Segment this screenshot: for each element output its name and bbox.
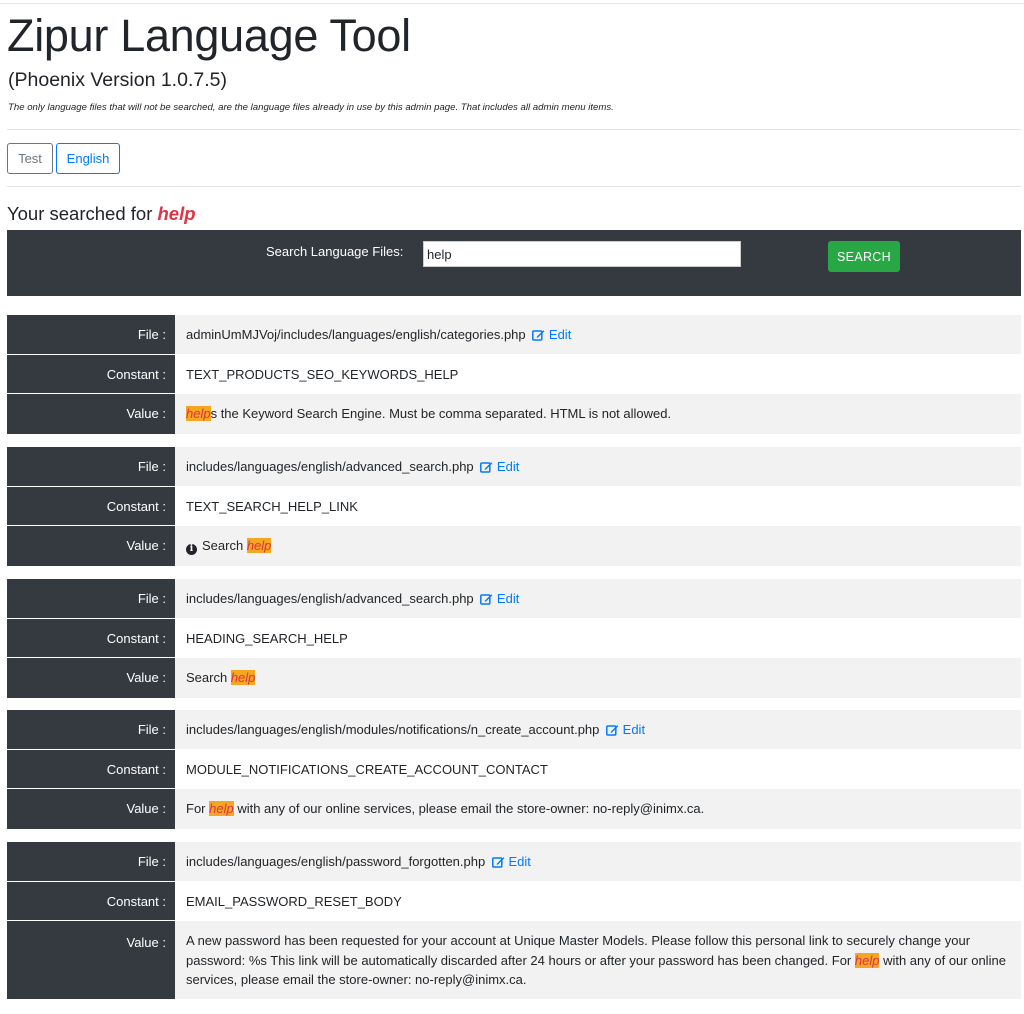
- result-card: File : includes/languages/english/module…: [7, 710, 1021, 829]
- match-highlight: help: [854, 952, 880, 968]
- value-text: A new password has been requested for yo…: [175, 921, 1021, 999]
- search-input[interactable]: [423, 241, 741, 267]
- constant-label: Constant :: [7, 618, 175, 657]
- value-text: helps the Keyword Search Engine. Must be…: [175, 394, 1021, 434]
- value-after: s the Keyword Search Engine. Must be com…: [210, 406, 672, 421]
- value-after: with any of our online services, please …: [233, 801, 705, 816]
- constant-row: Constant : TEXT_SEARCH_HELP_LINK: [7, 486, 1021, 526]
- language-button-test[interactable]: Test: [7, 143, 53, 174]
- search-button[interactable]: SEARCH: [828, 241, 900, 272]
- match-highlight: help: [230, 670, 256, 685]
- constant-row: Constant : TEXT_PRODUCTS_SEO_KEYWORDS_HE…: [7, 354, 1021, 394]
- file-value-cell: adminUmMJVoj/includes/languages/english/…: [175, 315, 1021, 354]
- file-label: File :: [7, 842, 175, 881]
- match-highlight: help: [186, 406, 211, 421]
- value-row: Value : i Search help: [7, 526, 1021, 566]
- edit-label: Edit: [496, 459, 520, 474]
- value-before: A new password has been requested for yo…: [186, 933, 971, 968]
- value-label: Value :: [7, 658, 175, 698]
- value-before: Search: [202, 538, 247, 553]
- search-label: Search Language Files:: [266, 244, 404, 259]
- file-label: File :: [7, 447, 175, 486]
- file-row: File : adminUmMJVoj/includes/languages/e…: [7, 315, 1021, 355]
- value-text: Search help: [175, 658, 1021, 698]
- constant-row: Constant : MODULE_NOTIFICATIONS_CREATE_A…: [7, 749, 1021, 789]
- file-value-cell: includes/languages/english/modules/notif…: [175, 710, 1021, 749]
- constant-label: Constant :: [7, 749, 175, 788]
- constant-value: HEADING_SEARCH_HELP: [175, 618, 1021, 657]
- edit-label: Edit: [548, 327, 572, 342]
- value-row: Value : A new password has been requeste…: [7, 921, 1021, 999]
- match-highlight: help: [209, 801, 234, 816]
- constant-label: Constant :: [7, 486, 175, 525]
- value-row: Value : helps the Keyword Search Engine.…: [7, 394, 1021, 434]
- result-card: File : includes/languages/english/passwo…: [7, 842, 1021, 999]
- edit-link[interactable]: Edit: [489, 854, 531, 869]
- file-path: adminUmMJVoj/includes/languages/english/…: [186, 327, 526, 342]
- file-label: File :: [7, 710, 175, 749]
- value-text: For help with any of our online services…: [175, 789, 1021, 829]
- match-highlight: help: [246, 538, 272, 553]
- constant-value: MODULE_NOTIFICATIONS_CREATE_ACCOUNT_CONT…: [175, 749, 1021, 788]
- constant-row: Constant : EMAIL_PASSWORD_RESET_BODY: [7, 881, 1021, 921]
- value-before: For: [186, 801, 210, 816]
- edit-label: Edit: [622, 722, 646, 737]
- file-row: File : includes/languages/english/module…: [7, 710, 1021, 750]
- value-text: i Search help: [175, 526, 1021, 566]
- file-path: includes/languages/english/password_forg…: [186, 854, 486, 869]
- result-card: File : includes/languages/english/advanc…: [7, 579, 1021, 698]
- edit-icon: [480, 594, 493, 605]
- edit-link[interactable]: Edit: [529, 327, 571, 342]
- value-row: Value : For help with any of our online …: [7, 789, 1021, 829]
- file-value-cell: includes/languages/english/advanced_sear…: [175, 447, 1021, 486]
- searched-term: help: [157, 203, 196, 224]
- top-divider: [0, 3, 1024, 4]
- value-label: Value :: [7, 394, 175, 434]
- edit-label: Edit: [508, 854, 531, 869]
- constant-row: Constant : HEADING_SEARCH_HELP: [7, 618, 1021, 658]
- edit-link[interactable]: Edit: [477, 591, 519, 606]
- result-card: File : adminUmMJVoj/includes/languages/e…: [7, 315, 1021, 434]
- version-subtitle: (Phoenix Version 1.0.7.5): [8, 69, 227, 91]
- value-label: Value :: [7, 921, 175, 999]
- value-row: Value : Search help: [7, 658, 1021, 698]
- constant-label: Constant :: [7, 881, 175, 920]
- constant-label: Constant :: [7, 354, 175, 393]
- file-value-cell: includes/languages/english/advanced_sear…: [175, 579, 1021, 618]
- edit-icon: [491, 857, 505, 868]
- edit-link[interactable]: Edit: [477, 459, 519, 474]
- info-circle-icon: i: [186, 544, 197, 555]
- constant-value: TEXT_PRODUCTS_SEO_KEYWORDS_HELP: [175, 354, 1021, 393]
- info-note: The only language files that will not be…: [8, 102, 614, 113]
- constant-value: TEXT_SEARCH_HELP_LINK: [175, 486, 1021, 525]
- divider: [7, 129, 1021, 130]
- file-path: includes/languages/english/advanced_sear…: [186, 591, 474, 606]
- value-label: Value :: [7, 526, 175, 566]
- file-path: includes/languages/english/modules/notif…: [186, 722, 600, 737]
- divider: [7, 186, 1021, 187]
- value-label: Value :: [7, 789, 175, 829]
- file-row: File : includes/languages/english/passwo…: [7, 842, 1021, 882]
- edit-icon: [480, 462, 493, 473]
- search-panel: Search Language Files: SEARCH: [7, 230, 1021, 296]
- edit-link[interactable]: Edit: [603, 722, 645, 737]
- file-row: File : includes/languages/english/advanc…: [7, 447, 1021, 487]
- edit-icon: [532, 330, 545, 341]
- edit-label: Edit: [496, 591, 520, 606]
- file-label: File :: [7, 579, 175, 618]
- value-before: Search: [186, 670, 231, 685]
- result-card: File : includes/languages/english/advanc…: [7, 447, 1021, 566]
- page-title: Zipur Language Tool: [7, 10, 411, 61]
- searched-heading: Your searched for help: [7, 202, 196, 226]
- file-row: File : includes/languages/english/advanc…: [7, 579, 1021, 619]
- file-path: includes/languages/english/advanced_sear…: [186, 459, 474, 474]
- language-button-english[interactable]: English: [56, 143, 120, 174]
- constant-value: EMAIL_PASSWORD_RESET_BODY: [175, 881, 1021, 920]
- edit-icon: [606, 725, 619, 736]
- searched-prefix: Your searched for: [7, 203, 153, 224]
- file-label: File :: [7, 315, 175, 354]
- file-value-cell: includes/languages/english/password_forg…: [175, 842, 1021, 881]
